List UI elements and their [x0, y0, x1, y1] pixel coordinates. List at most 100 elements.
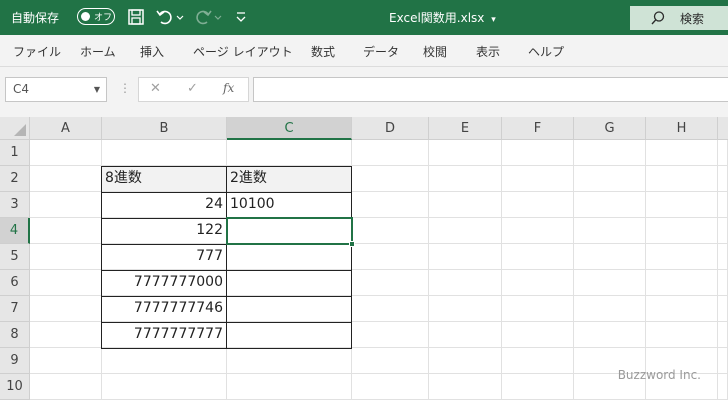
cell-c1[interactable]: [227, 140, 352, 166]
cell-c5[interactable]: [227, 244, 352, 270]
cell-e1[interactable]: [429, 140, 502, 166]
row-header-9[interactable]: 9: [0, 348, 30, 374]
insert-function-icon[interactable]: fx: [223, 81, 234, 95]
cell-c3[interactable]: 10100: [227, 192, 352, 218]
cell-g6[interactable]: [574, 270, 646, 296]
cell-d10[interactable]: [352, 374, 429, 400]
cell-x10[interactable]: [718, 374, 728, 400]
undo-dropdown-icon[interactable]: [175, 7, 185, 27]
cell-c8[interactable]: [227, 322, 352, 348]
cell-f6[interactable]: [502, 270, 574, 296]
cell-a1[interactable]: [30, 140, 102, 166]
cell-b8[interactable]: 7777777777: [102, 322, 227, 348]
cell-x3[interactable]: [718, 192, 728, 218]
cell-d5[interactable]: [352, 244, 429, 270]
cell-x5[interactable]: [718, 244, 728, 270]
cell-g2[interactable]: [574, 166, 646, 192]
cell-f5[interactable]: [502, 244, 574, 270]
column-header-c[interactable]: C: [227, 117, 352, 140]
search-box[interactable]: 検索: [630, 6, 728, 30]
column-header-g[interactable]: G: [574, 117, 646, 140]
cell-c7[interactable]: [227, 296, 352, 322]
cell-h8[interactable]: [646, 322, 718, 348]
cell-h7[interactable]: [646, 296, 718, 322]
cell-e5[interactable]: [429, 244, 502, 270]
row-header-5[interactable]: 5: [0, 244, 30, 270]
cell-g3[interactable]: [574, 192, 646, 218]
row-header-2[interactable]: 2: [0, 166, 30, 192]
cell-b9[interactable]: [102, 348, 227, 374]
cancel-icon[interactable]: ✕: [150, 81, 161, 96]
column-header-d[interactable]: D: [352, 117, 429, 140]
cell-h6[interactable]: [646, 270, 718, 296]
cell-g8[interactable]: [574, 322, 646, 348]
row-header-3[interactable]: 3: [0, 192, 30, 218]
cell-c9[interactable]: [227, 348, 352, 374]
cell-a9[interactable]: [30, 348, 102, 374]
cell-d8[interactable]: [352, 322, 429, 348]
cell-a2[interactable]: [30, 166, 102, 192]
fill-handle[interactable]: [349, 241, 355, 247]
cell-a10[interactable]: [30, 374, 102, 400]
cell-b3[interactable]: 24: [102, 192, 227, 218]
cell-e10[interactable]: [429, 374, 502, 400]
cell-c2[interactable]: 2進数: [227, 166, 352, 192]
cell-a5[interactable]: [30, 244, 102, 270]
cell-a8[interactable]: [30, 322, 102, 348]
cell-f4[interactable]: [502, 218, 574, 244]
cell-x6[interactable]: [718, 270, 728, 296]
cell-f7[interactable]: [502, 296, 574, 322]
autosave-toggle[interactable]: オフ: [77, 8, 115, 25]
tab-help[interactable]: ヘルプ: [528, 43, 564, 60]
cell-f8[interactable]: [502, 322, 574, 348]
cell-h3[interactable]: [646, 192, 718, 218]
column-header-a[interactable]: A: [30, 117, 102, 140]
cell-g1[interactable]: [574, 140, 646, 166]
cell-d6[interactable]: [352, 270, 429, 296]
cell-b6[interactable]: 7777777000: [102, 270, 227, 296]
cell-e9[interactable]: [429, 348, 502, 374]
cell-x8[interactable]: [718, 322, 728, 348]
cell-e7[interactable]: [429, 296, 502, 322]
cell-d7[interactable]: [352, 296, 429, 322]
cell-h1[interactable]: [646, 140, 718, 166]
cell-b2[interactable]: 8進数: [102, 166, 227, 192]
tab-view[interactable]: 表示: [476, 43, 500, 60]
column-header-b[interactable]: B: [102, 117, 227, 140]
cell-e6[interactable]: [429, 270, 502, 296]
cell-x2[interactable]: [718, 166, 728, 192]
row-header-7[interactable]: 7: [0, 296, 30, 322]
cell-e2[interactable]: [429, 166, 502, 192]
cell-g5[interactable]: [574, 244, 646, 270]
tab-formulas[interactable]: 数式: [311, 43, 335, 60]
cell-h4[interactable]: [646, 218, 718, 244]
cell-f10[interactable]: [502, 374, 574, 400]
cell-x7[interactable]: [718, 296, 728, 322]
cell-d4[interactable]: [352, 218, 429, 244]
cell-g4[interactable]: [574, 218, 646, 244]
cell-b5[interactable]: 777: [102, 244, 227, 270]
select-all-button[interactable]: [0, 117, 30, 140]
cell-e4[interactable]: [429, 218, 502, 244]
cell-f9[interactable]: [502, 348, 574, 374]
cell-b10[interactable]: [102, 374, 227, 400]
row-header-8[interactable]: 8: [0, 322, 30, 348]
cell-x4[interactable]: [718, 218, 728, 244]
cell-e3[interactable]: [429, 192, 502, 218]
cell-a3[interactable]: [30, 192, 102, 218]
cell-d3[interactable]: [352, 192, 429, 218]
save-icon[interactable]: [126, 7, 146, 27]
column-header-f[interactable]: F: [502, 117, 574, 140]
redo-dropdown-icon[interactable]: [213, 7, 223, 27]
row-header-6[interactable]: 6: [0, 270, 30, 296]
cell-c4[interactable]: [227, 218, 352, 244]
cell-c10[interactable]: [227, 374, 352, 400]
tab-home[interactable]: ホーム: [80, 43, 116, 60]
column-header-h[interactable]: H: [646, 117, 718, 140]
cell-x9[interactable]: [718, 348, 728, 374]
cell-d2[interactable]: [352, 166, 429, 192]
undo-icon[interactable]: [155, 7, 175, 27]
cell-b4[interactable]: 122: [102, 218, 227, 244]
cell-f3[interactable]: [502, 192, 574, 218]
tab-data[interactable]: データ: [363, 43, 399, 60]
